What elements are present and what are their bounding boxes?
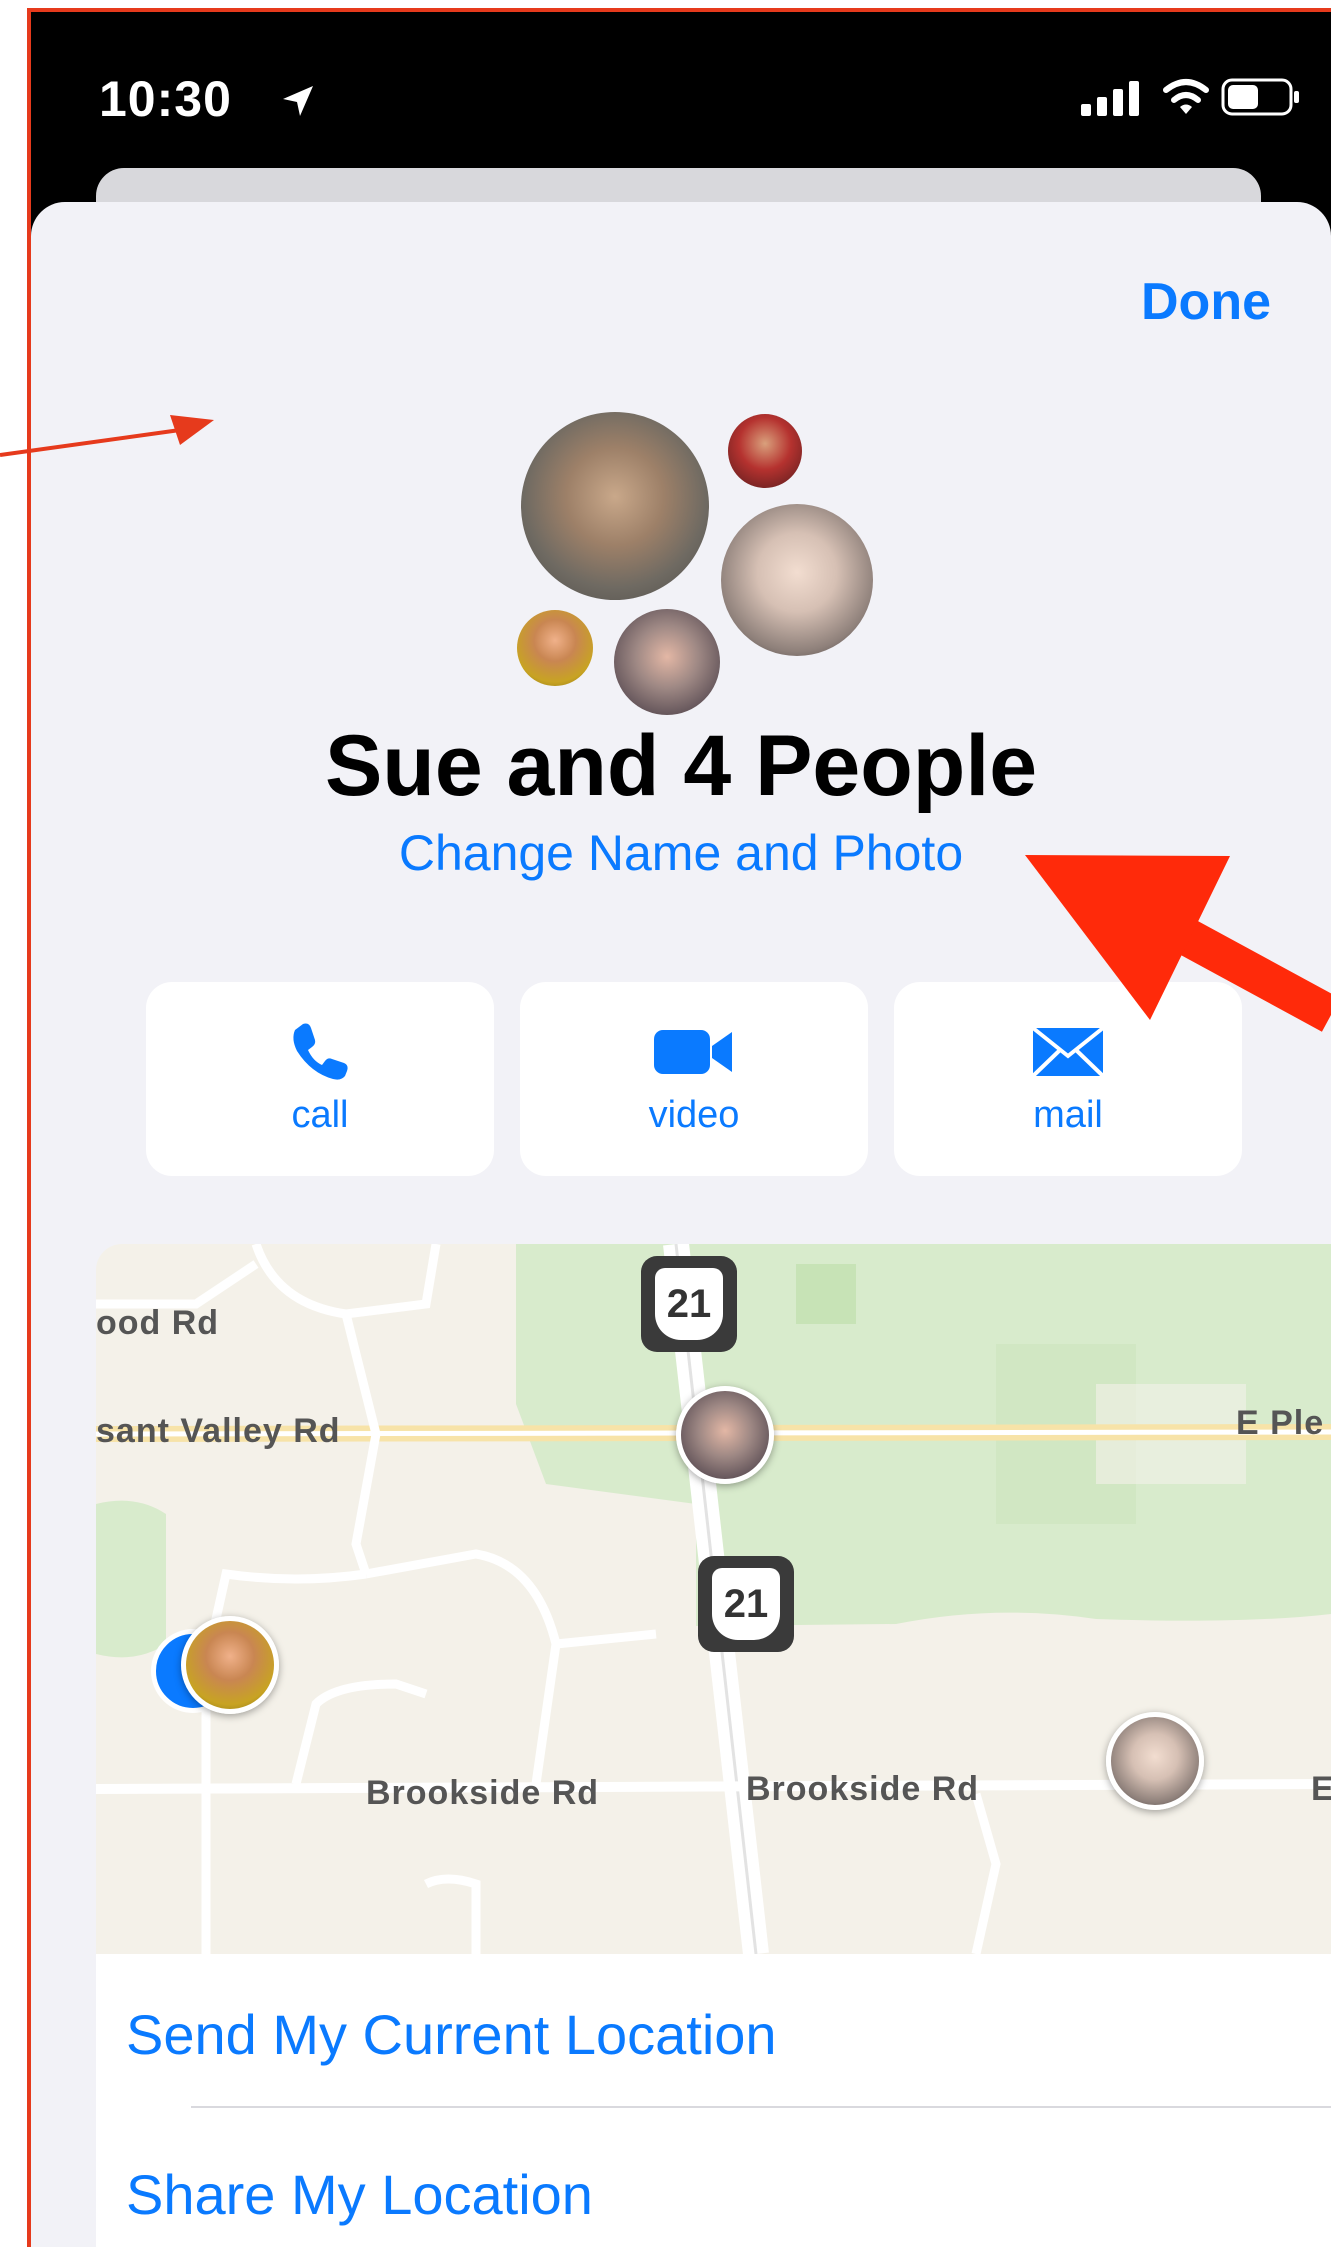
- send-current-location-button[interactable]: Send My Current Location: [126, 2002, 777, 2067]
- envelope-icon: [1031, 1026, 1105, 1078]
- avatar-sue: [521, 412, 709, 600]
- video-button[interactable]: video: [520, 982, 868, 1176]
- avatar-member: [614, 609, 720, 715]
- group-title: Sue and 4 People: [324, 718, 1038, 814]
- map-pin-member[interactable]: [181, 1616, 279, 1714]
- cellular-signal-icon: [1081, 81, 1139, 116]
- call-button[interactable]: call: [146, 982, 494, 1176]
- location-map[interactable]: ood Rd sant Valley Rd E Ple Brookside Rd…: [96, 1244, 1331, 1954]
- map-pin-member[interactable]: [676, 1386, 774, 1484]
- route-number: 21: [655, 1268, 723, 1340]
- done-button[interactable]: Done: [1141, 272, 1271, 332]
- phone-screen: 10:30 Done Sue and 4 People Change Name …: [31, 12, 1331, 2247]
- road-label: Brookside Rd: [746, 1770, 980, 1808]
- road-label: sant Valley Rd: [96, 1412, 341, 1450]
- video-camera-icon: [654, 1030, 732, 1074]
- route-number: 21: [712, 1568, 780, 1640]
- mail-label: mail: [1033, 1094, 1103, 1136]
- road-label: Brookside Rd: [366, 1774, 600, 1812]
- route-shield: 21: [641, 1256, 737, 1352]
- route-shield: 21: [698, 1556, 794, 1652]
- wifi-icon: [1163, 79, 1209, 114]
- mail-button[interactable]: mail: [894, 982, 1242, 1176]
- battery-icon: [1221, 78, 1299, 116]
- map-pin-member[interactable]: [1106, 1712, 1204, 1810]
- road-label: E: [1311, 1770, 1331, 1808]
- status-time: 10:30: [99, 71, 232, 127]
- phone-icon: [293, 1023, 348, 1080]
- list-divider: [191, 2106, 1331, 2108]
- road-label: ood Rd: [96, 1304, 220, 1342]
- location-arrow-icon: [283, 86, 313, 116]
- avatar-member: [721, 504, 873, 656]
- share-my-location-button[interactable]: Share My Location: [126, 2162, 593, 2227]
- road-label: E Ple: [1236, 1404, 1325, 1442]
- avatar-member: [728, 414, 802, 488]
- call-label: call: [291, 1094, 349, 1136]
- video-label: video: [648, 1094, 740, 1136]
- change-name-and-photo-link[interactable]: Change Name and Photo: [31, 824, 1331, 882]
- avatar-member: [517, 610, 593, 686]
- status-bar: 10:30: [31, 12, 1331, 187]
